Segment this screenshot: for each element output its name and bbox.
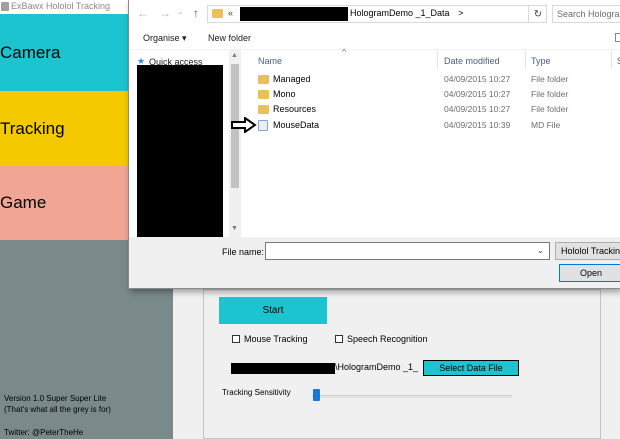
- view-options-icon[interactable]: [615, 33, 620, 42]
- select-data-file-button[interactable]: Select Data File: [423, 360, 519, 376]
- sort-caret-icon: ^: [342, 47, 347, 57]
- new-folder-button[interactable]: New folder: [208, 33, 251, 43]
- tracking-button[interactable]: Tracking: [0, 91, 129, 166]
- app-logo-icon: [1, 2, 9, 11]
- file-date: 04/09/2015 10:39: [444, 120, 511, 130]
- version-note: (That's what all the grey is for): [4, 405, 111, 414]
- column-header-type[interactable]: Type: [531, 56, 551, 66]
- sensitivity-slider-track[interactable]: [312, 395, 512, 398]
- dialog-bottom-bar: File name: ⌄ Hololol Tracking Open: [129, 237, 620, 288]
- breadcrumb-separator[interactable]: >: [458, 8, 463, 18]
- mouse-tracking-checkbox[interactable]: Mouse Tracking: [232, 334, 308, 344]
- file-name: Mono: [273, 89, 296, 99]
- column-divider[interactable]: [437, 50, 438, 69]
- version-line: Version 1.0 Super Super Lite: [4, 394, 107, 403]
- file-type-filter-value: Hololol Tracking: [561, 246, 620, 256]
- checkbox-box[interactable]: [335, 335, 343, 343]
- column-header-name[interactable]: Name: [258, 56, 282, 66]
- address-bar[interactable]: « HologramDemo _1_Data > ⌄: [207, 5, 602, 23]
- file-date: 04/09/2015 10:27: [444, 89, 511, 99]
- dialog-toolbar: Organise ▾ New folder: [129, 28, 620, 50]
- folder-icon: [212, 9, 223, 18]
- speech-recognition-label: Speech Recognition: [347, 334, 428, 344]
- chevron-down-icon[interactable]: ⌄: [537, 246, 544, 255]
- data-path-text: \HologramDemo _1_: [335, 362, 419, 372]
- breadcrumb-current[interactable]: HologramDemo _1_Data >: [350, 8, 463, 18]
- start-button[interactable]: Start: [219, 297, 327, 324]
- file-row-resources[interactable]: Resources 04/09/2015 10:27 File folder: [241, 102, 620, 117]
- mouse-tracking-label: Mouse Tracking: [244, 334, 308, 344]
- history-chevron-icon[interactable]: ⌄: [177, 7, 184, 16]
- file-list: ^ Name Date modified Type S Managed 04/0…: [241, 47, 620, 237]
- redacted-navigation: [137, 65, 223, 237]
- file-row-managed[interactable]: Managed 04/09/2015 10:27 File folder: [241, 72, 620, 87]
- file-row-mono[interactable]: Mono 04/09/2015 10:27 File folder: [241, 87, 620, 102]
- scroll-up-icon[interactable]: ▲: [231, 52, 238, 59]
- file-date: 04/09/2015 10:27: [444, 74, 511, 84]
- nav-scrollbar[interactable]: ▲ ▼: [229, 50, 241, 237]
- navigation-pane: ★ Quick access ▲ ▼: [129, 50, 241, 237]
- speech-recognition-checkbox[interactable]: Speech Recognition: [335, 334, 428, 344]
- file-name: MouseData: [273, 120, 320, 130]
- folder-icon: [258, 105, 269, 114]
- file-type: File folder: [531, 74, 569, 84]
- file-row-mousedata[interactable]: MouseData 04/09/2015 10:39 MD File: [241, 118, 620, 133]
- version-text: Version 1.0 Super Super Lite (That's wha…: [4, 393, 111, 415]
- file-name: Resources: [273, 104, 317, 114]
- app-title: ExBawx Hololol Tracking: [11, 1, 111, 11]
- column-divider[interactable]: [525, 50, 526, 69]
- file-name-input[interactable]: [265, 242, 550, 260]
- open-button[interactable]: Open: [559, 264, 620, 282]
- file-name: Managed: [273, 74, 311, 84]
- open-file-dialog: ← → ⌄ ↑ « HologramDemo _1_Data > ⌄ ↻ Sea…: [128, 0, 620, 289]
- twitter-handle: Twitter: @PeterTheHe: [4, 428, 84, 437]
- folder-icon: [258, 90, 269, 99]
- column-divider[interactable]: [611, 50, 612, 69]
- scroll-down-icon[interactable]: ▼: [231, 225, 238, 232]
- file-date: 04/09/2015 10:27: [444, 104, 511, 114]
- checkbox-box[interactable]: [232, 335, 240, 343]
- forward-arrow-icon[interactable]: →: [159, 6, 171, 20]
- redacted-path: [231, 363, 335, 374]
- tracking-sensitivity-label: Tracking Sensitivity: [222, 388, 291, 397]
- file-type: MD File: [531, 120, 561, 130]
- file-name-label: File name:: [222, 247, 265, 257]
- camera-button[interactable]: Camera: [0, 14, 129, 91]
- file-type-filter[interactable]: Hololol Tracking: [555, 242, 620, 260]
- redacted-breadcrumb: [240, 7, 348, 21]
- file-type: File folder: [531, 104, 569, 114]
- back-arrow-icon[interactable]: ←: [137, 6, 149, 20]
- organise-button[interactable]: Organise ▾: [143, 33, 187, 44]
- game-button[interactable]: Game: [0, 166, 129, 240]
- refresh-icon[interactable]: ↻: [528, 5, 547, 23]
- up-arrow-icon[interactable]: ↑: [193, 6, 199, 20]
- sensitivity-slider-thumb[interactable]: [312, 389, 320, 401]
- search-placeholder: Search Hologram: [557, 9, 620, 19]
- breadcrumb-folder[interactable]: HologramDemo _1_Data: [350, 8, 450, 18]
- file-icon: [258, 120, 268, 131]
- file-type: File folder: [531, 89, 569, 99]
- dialog-nav-bar: ← → ⌄ ↑ « HologramDemo _1_Data > ⌄ ↻ Sea…: [129, 0, 620, 28]
- arrow-right-icon: [231, 117, 257, 133]
- search-input[interactable]: Search Hologram: [552, 5, 620, 23]
- folder-icon: [258, 75, 269, 84]
- column-header-date-modified[interactable]: Date modified: [444, 56, 500, 66]
- address-overflow[interactable]: «: [228, 8, 233, 18]
